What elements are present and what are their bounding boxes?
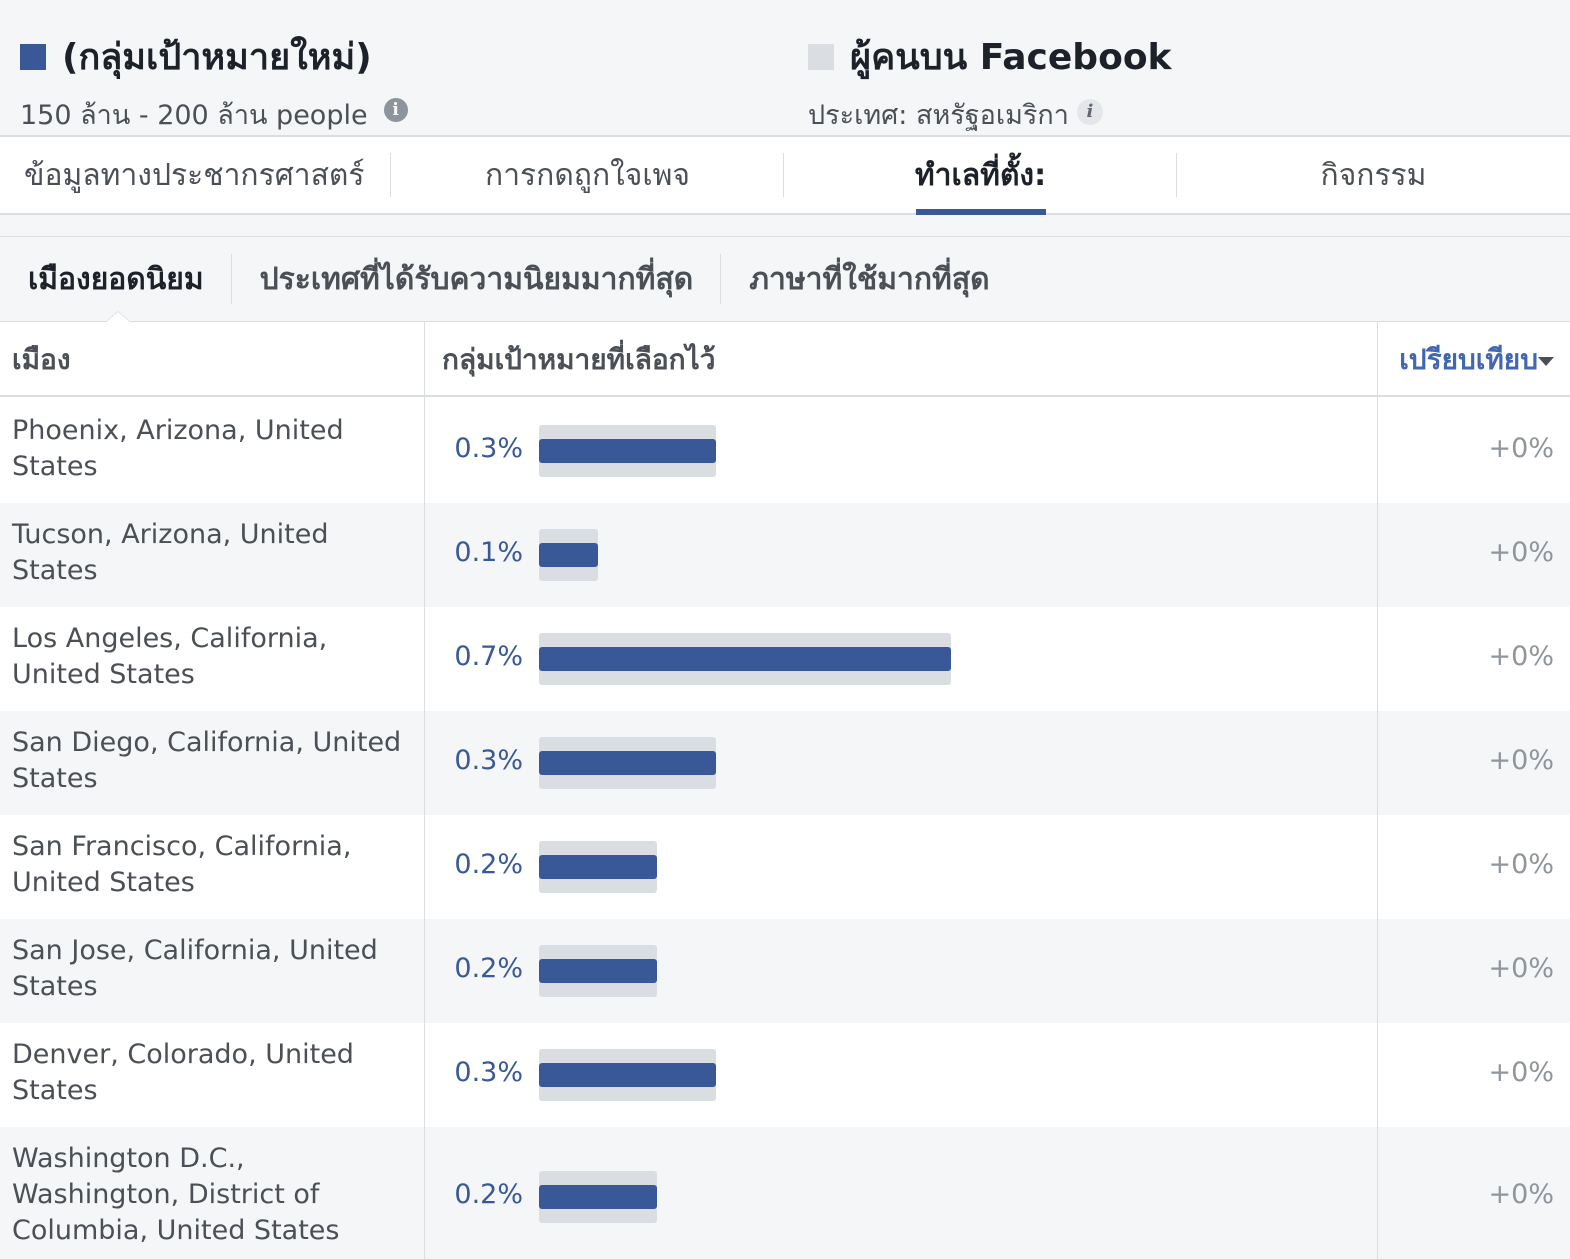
audience-percentage: 0.2% <box>454 849 523 880</box>
audience-value-bar <box>539 543 598 567</box>
column-header-selected-audience: กลุ่มเป้าหมายที่เลือกไว้ <box>442 342 716 376</box>
audience-color-swatch <box>20 43 46 70</box>
comparison-value: +0% <box>1488 849 1554 880</box>
tab-label: ข้อมูลทางประชากรศาสตร์ <box>24 157 365 193</box>
table-row: Denver, Colorado, United States 0.3% +0% <box>0 1023 1570 1127</box>
city-name: Denver, Colorado, United States <box>12 1039 354 1106</box>
table-header: เมือง กลุ่มเป้าหมายที่เลือกไว้ เปรียบเที… <box>0 322 1570 397</box>
audience-size: 150 ล้าน - 200 ล้าน people <box>20 100 368 131</box>
column-divider <box>1377 322 1378 1259</box>
column-divider <box>424 322 425 1259</box>
tab-activity[interactable]: กิจกรรม <box>1177 137 1570 213</box>
subtab-label: เมืองยอดนิยม <box>28 262 204 297</box>
compare-label: เปรียบเทียบ <box>1399 342 1538 376</box>
table-body: Phoenix, Arizona, United States 0.3% +0% Tu… <box>0 399 1570 1259</box>
city-name: Tucson, Arizona, United States <box>12 519 329 586</box>
audience-percentage: 0.7% <box>454 641 523 672</box>
audience-percentage: 0.2% <box>454 953 523 984</box>
city-name: Washington D.C., Washington, District of… <box>12 1143 340 1246</box>
tab-label: ทำเลที่ตั้ง: <box>914 157 1047 193</box>
comparison-value: +0% <box>1488 745 1554 776</box>
audience-value-bar <box>539 1185 657 1209</box>
subtab-top-languages[interactable]: ภาษาที่ใช้มากที่สุด <box>721 238 1017 322</box>
audience-percentage: 0.3% <box>454 433 523 464</box>
comparison-value: +0% <box>1488 1057 1554 1088</box>
table-row: Phoenix, Arizona, United States 0.3% +0% <box>0 399 1570 503</box>
audience-value-bar <box>539 751 716 775</box>
city-name: San Diego, California, United States <box>12 727 402 794</box>
tab-location[interactable]: ทำเลที่ตั้ง: <box>784 137 1177 215</box>
audience-value-bar <box>539 959 657 983</box>
city-name: Los Angeles, California, United States <box>12 623 328 690</box>
chevron-down-icon <box>1538 357 1554 366</box>
audience-value-bar <box>539 439 716 463</box>
tab-label: การกดถูกใจเพจ <box>485 157 690 193</box>
tab-demographics[interactable]: ข้อมูลทางประชากรศาสตร์ <box>0 137 391 213</box>
audience-value-bar <box>539 647 951 671</box>
selected-audience-summary: (กลุ่มเป้าหมายใหม่) 150 ล้าน - 200 ล้าน … <box>20 28 408 136</box>
comparison-value: +0% <box>1488 537 1554 568</box>
table-row: Los Angeles, California, United States 0.… <box>0 607 1570 711</box>
city-name: Phoenix, Arizona, United States <box>12 415 344 482</box>
section-divider <box>0 215 1570 237</box>
table-row: Washington D.C., Washington, District of… <box>0 1127 1570 1259</box>
audience-percentage: 0.2% <box>454 1179 523 1210</box>
insights-tabs: ข้อมูลทางประชากรศาสตร์ การกดถูกใจเพจ ทำเ… <box>0 137 1570 215</box>
city-name: San Francisco, California, United States <box>12 831 352 898</box>
table-row: Tucson, Arizona, United States 0.1% +0% <box>0 503 1570 607</box>
subtab-label: ภาษาที่ใช้มากที่สุด <box>749 262 990 297</box>
column-header-city: เมือง <box>12 342 71 376</box>
comparison-value: +0% <box>1488 641 1554 672</box>
audience-value-bar <box>539 1063 716 1087</box>
audience-title: (กลุ่มเป้าหมายใหม่) <box>62 37 372 78</box>
comparison-value: +0% <box>1488 953 1554 984</box>
facebook-country: ประเทศ: สหรัฐอเมริกา <box>808 100 1069 131</box>
audience-percentage: 0.1% <box>454 537 523 568</box>
facebook-color-swatch <box>808 43 834 70</box>
facebook-audience-summary: ผู้คนบน Facebook ประเทศ: สหรัฐอเมริกา i <box>808 28 1172 136</box>
top-cities-table: เมือง กลุ่มเป้าหมายที่เลือกไว้ เปรียบเที… <box>0 322 1570 1259</box>
table-row: San Francisco, California, United States… <box>0 815 1570 919</box>
location-subtabs: เมืองยอดนิยม ประเทศที่ได้รับความนิยมมากท… <box>0 238 1570 323</box>
tab-label: กิจกรรม <box>1320 157 1427 193</box>
city-name: San Jose, California, United States <box>12 935 378 1002</box>
facebook-title: ผู้คนบน Facebook <box>850 37 1172 78</box>
active-subtab-caret-icon <box>104 310 132 323</box>
tab-page-likes[interactable]: การกดถูกใจเพจ <box>391 137 784 213</box>
subtab-top-countries[interactable]: ประเทศที่ได้รับความนิยมมากที่สุด <box>232 238 722 322</box>
info-icon[interactable]: i <box>1076 98 1103 125</box>
table-row: San Diego, California, United States 0.3%… <box>0 711 1570 815</box>
audience-header: (กลุ่มเป้าหมายใหม่) 150 ล้าน - 200 ล้าน … <box>0 0 1570 137</box>
audience-percentage: 0.3% <box>454 1057 523 1088</box>
comparison-value: +0% <box>1488 433 1554 464</box>
table-row: San Jose, California, United States 0.2% +… <box>0 919 1570 1023</box>
compare-dropdown[interactable]: เปรียบเทียบ <box>1399 322 1554 397</box>
subtab-top-cities[interactable]: เมืองยอดนิยม <box>0 238 232 323</box>
audience-value-bar <box>539 855 657 879</box>
info-icon[interactable]: i <box>383 97 408 122</box>
audience-percentage: 0.3% <box>454 745 523 776</box>
subtab-label: ประเทศที่ได้รับความนิยมมากที่สุด <box>259 262 694 297</box>
comparison-value: +0% <box>1488 1179 1554 1210</box>
